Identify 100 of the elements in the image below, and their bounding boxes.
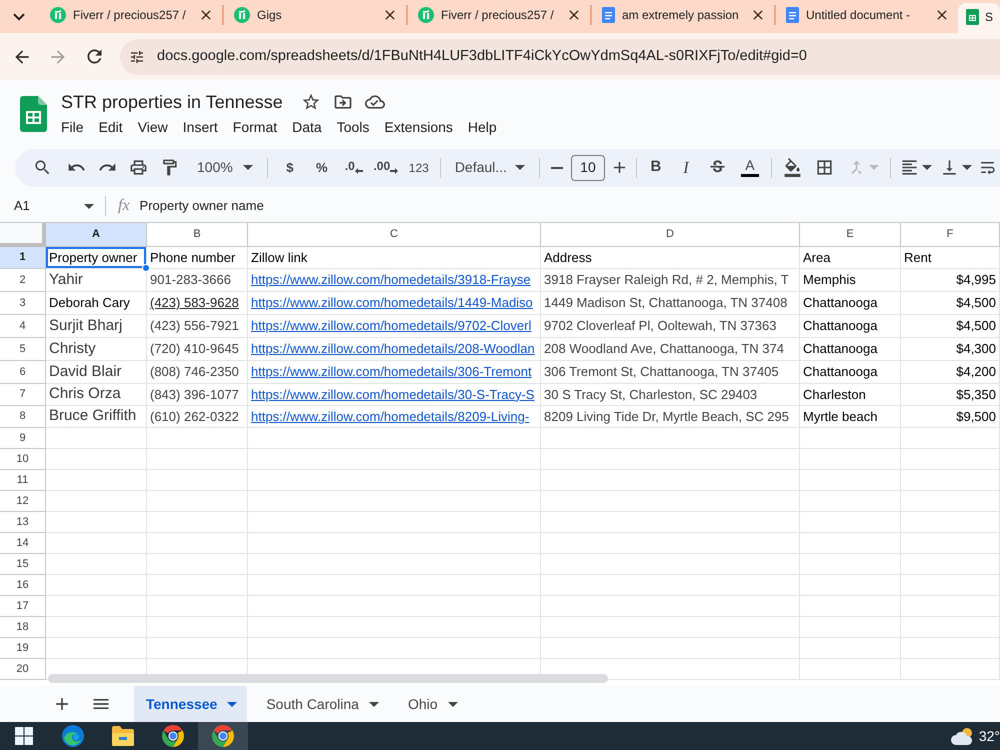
row-header[interactable]: 9 (0, 428, 46, 449)
borders-icon (815, 158, 834, 177)
table-cell: 901-283-3666 (147, 269, 248, 292)
document-icon (602, 7, 615, 23)
document-title[interactable]: STR properties in Tennesse (61, 88, 283, 116)
caret-icon (242, 165, 253, 170)
browser-tab[interactable]: Gigs (224, 0, 406, 33)
row-header[interactable]: 7 (0, 384, 46, 406)
row-header[interactable]: 20 (0, 659, 46, 680)
sheet-tab[interactable]: Ohio (396, 686, 468, 722)
table-cell: Rent (901, 247, 1000, 269)
row-header[interactable]: 16 (0, 575, 46, 596)
row-header[interactable]: 15 (0, 554, 46, 575)
table-cell: 9702 Cloverleaf Pl, Ooltewah, TN 37363 (541, 315, 800, 338)
link[interactable]: https://www.zillow.com/homedetails/306-Tremont (251, 362, 532, 382)
text-color-button[interactable]: A (734, 154, 766, 182)
bold-button[interactable]: B (642, 154, 670, 182)
menu-item[interactable]: Format (232, 116, 278, 138)
site-favicon-icon (50, 7, 66, 23)
star-icon[interactable] (300, 92, 321, 112)
row-header[interactable]: 8 (0, 406, 46, 428)
print-icon (129, 158, 148, 177)
name-box[interactable]: A1 (6, 194, 100, 218)
caret-icon (448, 702, 458, 706)
table-cell: David Blair (46, 361, 147, 384)
spreadsheet-logo-icon[interactable] (20, 96, 47, 132)
menu-item[interactable]: File (61, 116, 84, 138)
formula-field[interactable]: Property owner name (140, 194, 1000, 218)
font-size-field[interactable]: 10 (570, 154, 605, 180)
sheet-tab[interactable]: Tennessee (134, 686, 248, 722)
fill-handle[interactable] (142, 264, 150, 272)
menu-item[interactable]: Extensions (384, 116, 453, 138)
column-header[interactable]: A (46, 223, 147, 247)
column-header[interactable]: E (800, 223, 901, 247)
menu-item[interactable]: Help (468, 116, 497, 138)
font-dropdown[interactable]: Defaul... (444, 154, 533, 182)
column-header[interactable]: C (248, 223, 541, 247)
address-field[interactable]: docs.google.com/spreadsheets/d/1FBuNtH4LUF3dbLITF4iCkYcOwYdmSq4AL-s0RIXFjTo/edit#gid=0 (120, 38, 1000, 74)
browser-tab[interactable]: am extremely passion (592, 0, 774, 33)
number-format-button[interactable]: 123 (402, 154, 436, 182)
menu-item[interactable]: Data (292, 116, 322, 138)
row-header[interactable]: 3 (0, 292, 46, 315)
site-favicon-icon (418, 7, 434, 23)
column-header[interactable]: D (541, 223, 800, 247)
row-header[interactable]: 10 (0, 449, 46, 470)
row-header[interactable]: 5 (0, 338, 46, 361)
site-favicon-icon (234, 7, 250, 23)
row-header[interactable]: 12 (0, 491, 46, 512)
row-header[interactable]: 1 (0, 247, 46, 269)
row-header[interactable]: 2 (0, 269, 46, 292)
browser-tab[interactable]: Untitled document - (776, 0, 958, 33)
weather-icon[interactable] (950, 727, 975, 745)
link[interactable]: https://www.zillow.com/homedetails/8209-Living- (251, 406, 530, 426)
menu-item[interactable]: View (138, 116, 168, 138)
align-left-icon (900, 158, 919, 177)
caret-icon (962, 165, 972, 170)
link[interactable]: https://www.zillow.com/homedetails/1449-Madiso (251, 293, 533, 313)
table-cell: (808) 746-2350 (147, 361, 248, 384)
spreadsheet-icon (966, 9, 979, 25)
link[interactable]: https://www.zillow.com/homedetails/208-Woodlan (251, 339, 535, 359)
table-cell: $4,500 (901, 292, 1000, 315)
search-icon (32, 158, 52, 177)
tune-icon[interactable] (129, 48, 145, 64)
taskbar-button[interactable] (198, 722, 248, 750)
percent-button[interactable]: % (306, 154, 338, 182)
currency-button[interactable]: $ (274, 154, 306, 182)
table-cell: Myrtle beach (800, 406, 901, 428)
row-header[interactable]: 4 (0, 315, 46, 338)
zoom-dropdown[interactable]: 100% (185, 154, 261, 182)
row-header[interactable]: 11 (0, 470, 46, 491)
row-header[interactable]: 19 (0, 638, 46, 659)
decrease-decimal-button[interactable]: .0 (338, 154, 370, 182)
link[interactable]: https://www.zillow.com/homedetails/9702-Cloverl (251, 316, 532, 336)
menu-item[interactable]: Insert (182, 116, 218, 138)
browser-tab[interactable]: S (958, 3, 1000, 33)
document-icon (786, 7, 799, 23)
browser-tab[interactable]: Fiverr / precious257 / (40, 0, 222, 33)
menu-item[interactable]: Tools (336, 116, 370, 138)
column-header[interactable]: F (901, 223, 1000, 247)
row-header[interactable]: 6 (0, 361, 46, 384)
column-header[interactable]: B (147, 223, 248, 247)
table-cell: Area (800, 247, 901, 269)
scrollbar-thumb[interactable] (48, 674, 608, 683)
menu-item[interactable]: Edit (98, 116, 123, 138)
row-header[interactable]: 17 (0, 596, 46, 617)
link[interactable]: https://www.zillow.com/homedetails/3918-Frayse (251, 270, 531, 290)
row-header[interactable]: 18 (0, 617, 46, 638)
link[interactable]: https://www.zillow.com/homedetails/30-S-Tracy-S (251, 384, 534, 404)
temperature-text[interactable]: 32° (978, 726, 1000, 746)
browser-tab[interactable]: Fiverr / precious257 / (408, 0, 590, 33)
caret-icon (922, 165, 932, 170)
sheet-tab[interactable]: South Carolina (254, 686, 389, 722)
italic-button[interactable]: I (670, 154, 702, 182)
row-header[interactable]: 13 (0, 512, 46, 533)
paint-roller-icon (160, 158, 179, 177)
row-header[interactable]: 14 (0, 533, 46, 554)
increase-decimal-button[interactable]: .00 (370, 154, 402, 182)
table-cell: Bruce Griffith (46, 406, 147, 428)
table-cell: Surjit Bharj (46, 315, 147, 338)
table-cell: $4,995 (901, 269, 1000, 292)
